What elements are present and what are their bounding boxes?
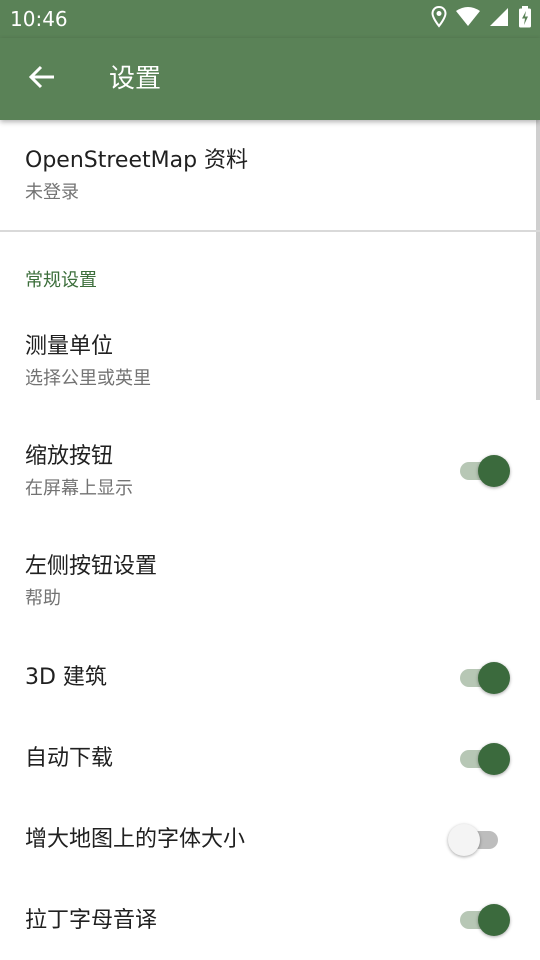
auto-download-item[interactable]: 自动下载 — [0, 720, 540, 796]
section-header-general: 常规设置 — [25, 270, 97, 291]
switch-thumb — [478, 904, 510, 936]
status-icons — [431, 5, 532, 32]
3d-buildings-switch[interactable] — [458, 660, 512, 696]
switch-thumb — [448, 824, 480, 856]
zoom-buttons-item[interactable]: 缩放按钮 在屏幕上显示 — [0, 420, 540, 520]
settings-list[interactable]: OpenStreetMap 资料 未登录 常规设置 测量单位 选择公里或英里 缩… — [0, 120, 540, 960]
left-button-settings-title: 左侧按钮设置 — [25, 554, 158, 579]
osm-profile-item[interactable]: OpenStreetMap 资料 未登录 — [0, 120, 540, 230]
large-font-title: 增大地图上的字体大小 — [25, 827, 246, 852]
measurement-units-item[interactable]: 测量单位 选择公里或英里 — [0, 310, 540, 410]
signal-icon — [489, 7, 509, 31]
switch-thumb — [478, 743, 510, 775]
3d-buildings-item[interactable]: 3D 建筑 — [0, 640, 540, 716]
zoom-buttons-switch[interactable] — [458, 453, 512, 489]
zoom-buttons-title: 缩放按钮 — [25, 444, 114, 469]
switch-thumb — [478, 455, 510, 487]
status-time: 10:46 — [10, 7, 68, 31]
left-button-settings-subtitle: 帮助 — [25, 588, 61, 609]
large-font-switch[interactable] — [448, 822, 502, 858]
back-button[interactable] — [22, 59, 62, 99]
large-font-item[interactable]: 增大地图上的字体大小 — [0, 800, 540, 876]
transliteration-switch[interactable] — [458, 902, 512, 938]
wifi-icon — [456, 7, 480, 31]
auto-download-title: 自动下载 — [25, 746, 114, 771]
measurement-units-title: 测量单位 — [25, 334, 114, 359]
3d-buildings-title: 3D 建筑 — [25, 665, 107, 690]
arrow-back-icon — [28, 63, 56, 95]
divider — [0, 230, 540, 232]
transliteration-title: 拉丁字母音译 — [25, 908, 158, 933]
transliteration-item[interactable]: 拉丁字母音译 — [0, 882, 540, 958]
app-bar: 设置 — [0, 38, 540, 120]
battery-charging-icon — [518, 6, 532, 32]
osm-profile-title: OpenStreetMap 资料 — [25, 148, 249, 173]
page-title: 设置 — [109, 64, 162, 94]
auto-download-switch[interactable] — [458, 741, 512, 777]
status-bar: 10:46 — [0, 0, 540, 38]
switch-thumb — [478, 662, 510, 694]
left-button-settings-item[interactable]: 左侧按钮设置 帮助 — [0, 530, 540, 630]
location-icon — [431, 5, 447, 32]
measurement-units-subtitle: 选择公里或英里 — [25, 368, 151, 389]
zoom-buttons-subtitle: 在屏幕上显示 — [25, 478, 133, 499]
osm-profile-status: 未登录 — [25, 182, 79, 203]
